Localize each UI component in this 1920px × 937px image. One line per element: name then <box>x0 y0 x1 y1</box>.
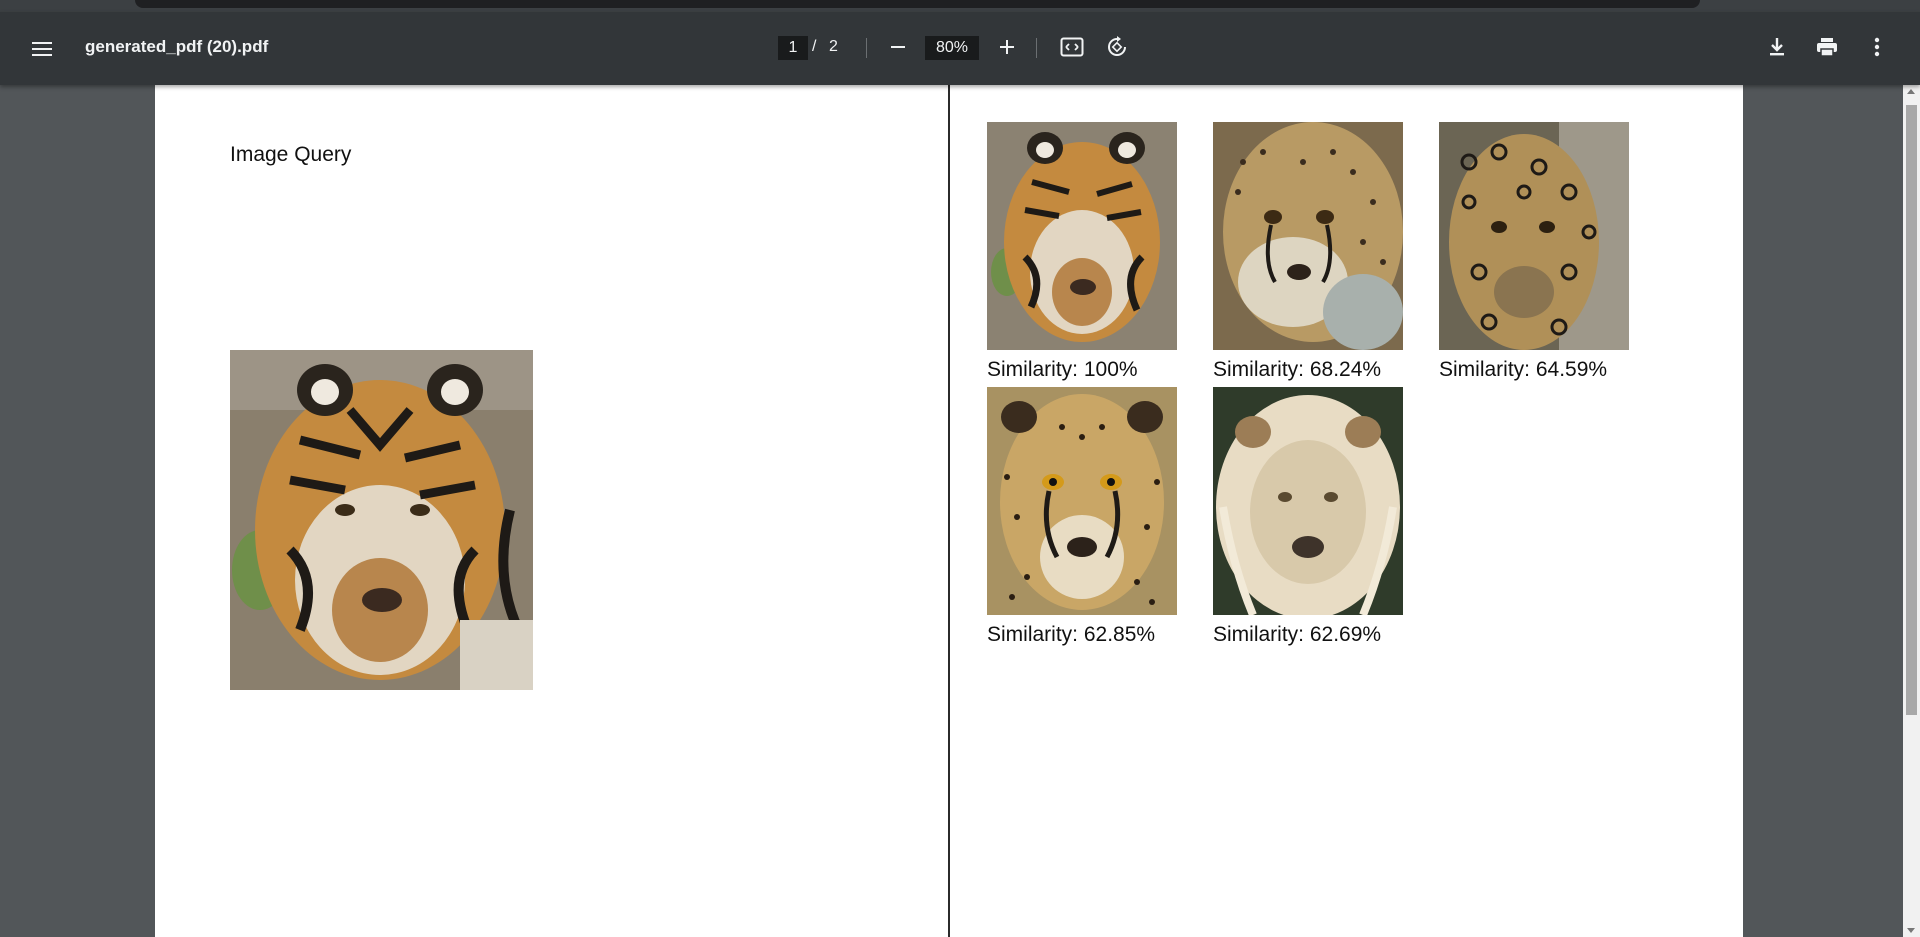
result-card: Similarity: 64.59% <box>1439 122 1629 382</box>
download-icon <box>1770 38 1784 56</box>
result-card: Similarity: 62.69% <box>1213 387 1403 647</box>
download-button[interactable] <box>1762 32 1792 62</box>
result-card: Similarity: 62.85% <box>987 387 1177 647</box>
vertical-scrollbar[interactable] <box>1903 85 1920 937</box>
browser-tab-strip <box>135 0 1700 8</box>
more-vertical-icon <box>1874 37 1880 57</box>
query-heading: Image Query <box>230 143 352 166</box>
result-image-jaguar <box>1439 122 1629 350</box>
fit-to-page-button[interactable] <box>1057 30 1087 64</box>
scroll-up-arrow-icon[interactable] <box>1907 89 1915 94</box>
toolbar-divider <box>866 38 867 58</box>
similarity-label: Similarity: 62.85% <box>987 623 1156 646</box>
pdf-viewer[interactable]: Image Query Similarity: 100% Similarity:… <box>0 85 1920 937</box>
plus-icon <box>1000 40 1014 54</box>
result-image-white-lion <box>1213 387 1403 615</box>
similarity-label: Similarity: 100% <box>987 358 1138 381</box>
document-title: generated_pdf (20).pdf <box>85 37 269 56</box>
zoom-out-button[interactable] <box>883 32 913 62</box>
more-options-button[interactable] <box>1862 32 1892 62</box>
page-number-input[interactable]: 1 <box>778 36 808 60</box>
rotate-button[interactable] <box>1102 30 1132 64</box>
scroll-down-arrow-icon[interactable] <box>1907 928 1915 933</box>
print-button[interactable] <box>1812 32 1842 62</box>
menu-button[interactable] <box>24 34 60 64</box>
toolbar-divider <box>1036 38 1037 58</box>
pdf-page-1: Image Query <box>155 85 949 937</box>
similarity-label: Similarity: 68.24% <box>1213 358 1382 381</box>
query-image-tiger <box>230 350 533 690</box>
zoom-level-input[interactable]: 80% <box>925 36 979 60</box>
result-image-tiger <box>987 122 1177 350</box>
zoom-in-button[interactable] <box>992 32 1022 62</box>
result-image-cheetah <box>1213 122 1403 350</box>
rotate-icon <box>1108 36 1126 56</box>
result-image-cheetah <box>987 387 1177 615</box>
similarity-label: Similarity: 64.59% <box>1439 358 1608 381</box>
browser-top-strip <box>0 0 1920 12</box>
result-card: Similarity: 100% <box>987 122 1177 382</box>
page-total: 2 <box>829 38 838 55</box>
fit-to-page-icon <box>1060 37 1084 57</box>
scrollbar-thumb[interactable] <box>1906 105 1917 715</box>
similarity-label: Similarity: 62.69% <box>1213 623 1382 646</box>
result-card: Similarity: 68.24% <box>1213 122 1403 382</box>
pdf-toolbar: generated_pdf (20).pdf 1 / 2 80% <box>0 12 1920 85</box>
menu-icon <box>32 42 52 56</box>
page-separator: / <box>812 38 817 55</box>
pdf-page-2: Similarity: 100% Similarity: 68.24% Simi… <box>950 85 1743 937</box>
print-icon <box>1817 38 1837 57</box>
minus-icon <box>891 46 905 48</box>
